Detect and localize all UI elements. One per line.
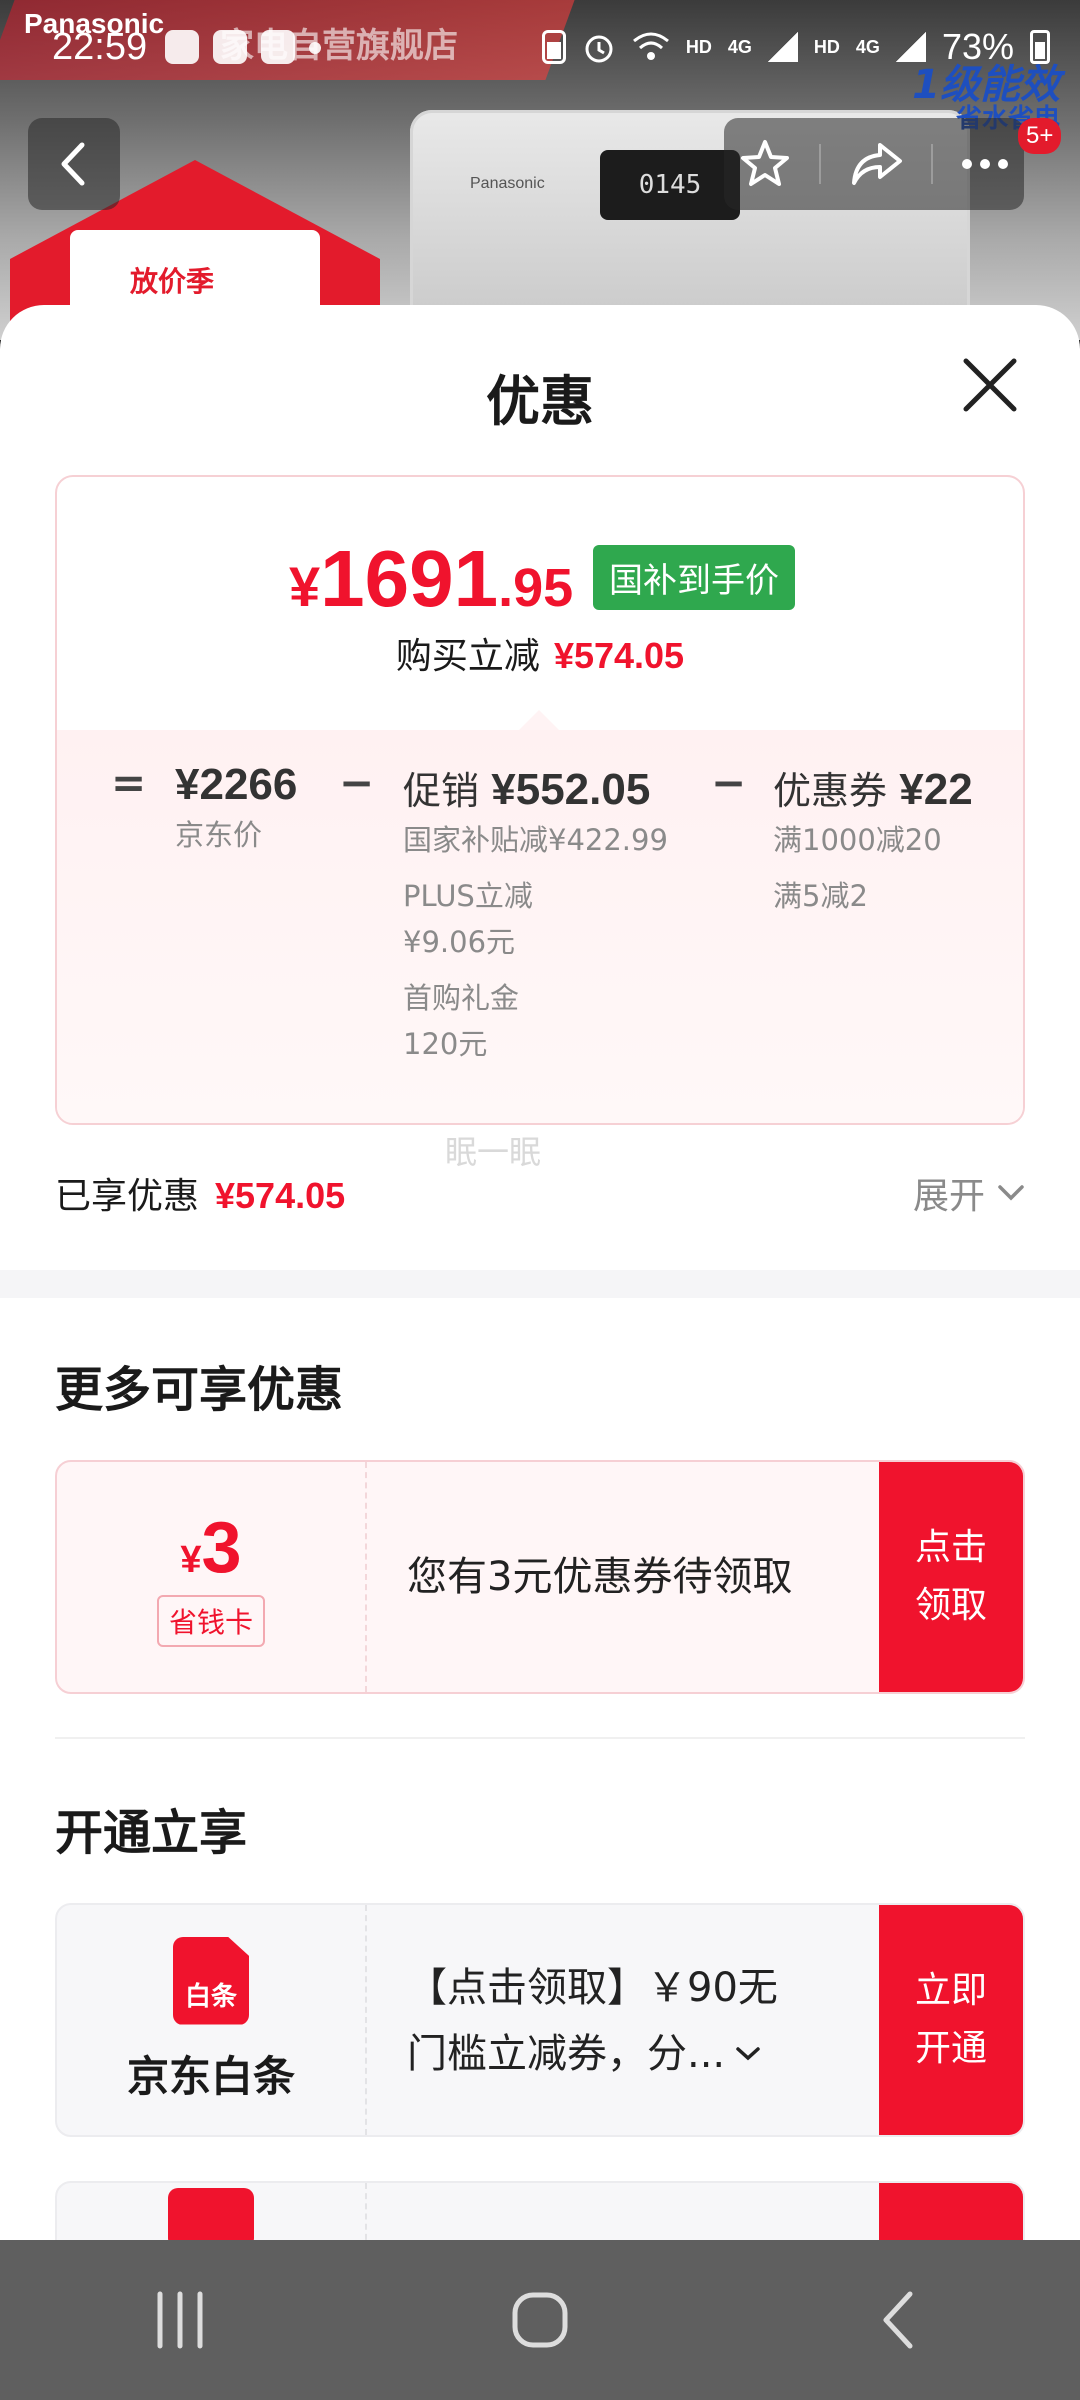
signal-icon bbox=[767, 32, 798, 62]
promo-item-gift-amount: 120元 bbox=[403, 1027, 488, 1061]
equals-sign: = bbox=[111, 758, 147, 807]
system-nav-bar bbox=[0, 2240, 1080, 2400]
more-icon[interactable] bbox=[960, 157, 1010, 171]
promo-badge-text: 放价季 bbox=[130, 265, 215, 298]
more-notifications-icon bbox=[309, 42, 321, 54]
promo-item-plus-amount: ¥9.06元 bbox=[403, 925, 516, 959]
home-icon[interactable] bbox=[510, 2290, 570, 2350]
network-4g-1: 4G bbox=[727, 36, 752, 57]
network-4g-2: 4G bbox=[855, 36, 880, 57]
status-time: 22:59 bbox=[52, 26, 148, 68]
promo-col: 促销 ¥552.05 国家补贴减¥422.99 PLUS立减 ¥9.06元 首购… bbox=[403, 760, 668, 1067]
wifi-icon bbox=[632, 32, 669, 60]
baitiao-icon: 白条 bbox=[173, 1936, 249, 2025]
baitiao-name: 京东白条 bbox=[126, 2051, 295, 2101]
price-formula: = ¥2266 京东价 − 促销 ¥552.05 国家补贴减¥422.99 PL… bbox=[57, 730, 1023, 1123]
enjoyed-discount: 已享优惠 ¥574.05 bbox=[55, 1175, 346, 1217]
coupon-amount: ¥3 bbox=[180, 1508, 242, 1588]
discount-sheet: 优惠 ¥1691.95 国补到手价 购买立减 ¥574.05 = ¥2266 京东… bbox=[0, 305, 1080, 2240]
jd-price-col: ¥2266 京东价 bbox=[175, 760, 297, 858]
washer-display: 0145 bbox=[600, 150, 740, 220]
activate-baitiao-button[interactable]: 立即 开通 bbox=[879, 1905, 1023, 2135]
sheet-title: 优惠 bbox=[486, 370, 594, 433]
next-offer-cta[interactable] bbox=[879, 2183, 1023, 2240]
recent-apps-icon[interactable] bbox=[150, 2290, 210, 2350]
baitiao-offer-card[interactable]: 白条 京东白条 【点击领取】￥90无 门槛立减券，分... 立即 开通 bbox=[55, 1903, 1025, 2137]
more-discounts-title: 更多可享优惠 bbox=[55, 1362, 344, 1418]
subsidy-price-tag: 国补到手价 bbox=[593, 545, 795, 610]
open-enjoy-title: 开通立享 bbox=[55, 1805, 248, 1861]
coupon-offer-card[interactable]: ¥3 省钱卡 您有3元优惠券待领取 点击 领取 bbox=[55, 1460, 1025, 1694]
coupon-item-2: 满5减2 bbox=[773, 879, 868, 913]
baitiao-offer-text: 【点击领取】￥90无 门槛立减券，分... bbox=[407, 1965, 778, 2077]
chevron-down-icon bbox=[998, 1185, 1024, 1201]
ghost-watermark-text: 眠一眠 bbox=[445, 1133, 542, 1171]
message-count-badge: 5+ bbox=[1018, 118, 1062, 154]
promo-label: 促销 bbox=[403, 769, 480, 813]
status-bar: 22:59 HD 4G HD 4G 73% bbox=[0, 0, 1080, 100]
purchase-reduction: 购买立减 ¥574.05 bbox=[395, 635, 685, 677]
coupon-item-1: 满1000减20 bbox=[773, 823, 942, 857]
coupon-col: 优惠券 ¥22 满1000减20 满5减2 bbox=[773, 760, 973, 919]
battery-percent: 73% bbox=[941, 26, 1014, 67]
claim-coupon-button[interactable]: 点击 领取 bbox=[879, 1462, 1023, 1692]
top-actions bbox=[724, 118, 1024, 210]
jd-price-label: 京东价 bbox=[175, 818, 263, 852]
next-offer-card[interactable] bbox=[55, 2181, 1025, 2240]
chevron-left-icon bbox=[61, 142, 85, 186]
favorite-star-icon[interactable] bbox=[738, 137, 792, 191]
chevron-down-icon[interactable] bbox=[735, 2045, 761, 2063]
wechat-icon bbox=[165, 30, 199, 64]
close-icon[interactable] bbox=[958, 353, 1022, 417]
final-price: ¥1691.95 bbox=[289, 534, 574, 623]
next-offer-icon bbox=[168, 2188, 254, 2240]
promo-value: ¥552.05 bbox=[491, 765, 651, 814]
coupon-value: ¥22 bbox=[899, 765, 973, 814]
network-hd-2: HD bbox=[813, 36, 840, 57]
promo-item-subsidy: 国家补贴减¥422.99 bbox=[403, 823, 668, 857]
share-icon[interactable] bbox=[848, 139, 904, 189]
battery-saver-icon bbox=[541, 30, 566, 64]
app-notification-icon bbox=[261, 30, 295, 64]
minus-sign-2: − bbox=[711, 758, 747, 807]
minus-sign-1: − bbox=[339, 758, 375, 807]
expand-button[interactable]: 展开 bbox=[913, 1167, 1025, 1219]
promo-item-gift: 首购礼金 bbox=[403, 981, 520, 1015]
coupon-label: 优惠券 bbox=[773, 769, 888, 813]
back-button[interactable] bbox=[28, 118, 120, 210]
gallery-icon bbox=[213, 30, 247, 64]
promo-item-plus: PLUS立减 bbox=[403, 879, 533, 913]
washer-brand: Panasonic bbox=[470, 175, 545, 192]
network-hd-1: HD bbox=[685, 36, 712, 57]
price-breakdown-card: ¥1691.95 国补到手价 购买立减 ¥574.05 = ¥2266 京东价 −… bbox=[55, 475, 1025, 1125]
coupon-offer-text: 您有3元优惠券待领取 bbox=[407, 1554, 793, 1600]
alarm-icon bbox=[585, 35, 613, 63]
savings-card-tag: 省钱卡 bbox=[156, 1595, 265, 1647]
back-nav-icon[interactable] bbox=[870, 2290, 930, 2350]
battery-icon bbox=[1030, 30, 1050, 64]
jd-price-value: ¥2266 bbox=[175, 760, 298, 809]
signal-icon-2 bbox=[895, 32, 926, 62]
